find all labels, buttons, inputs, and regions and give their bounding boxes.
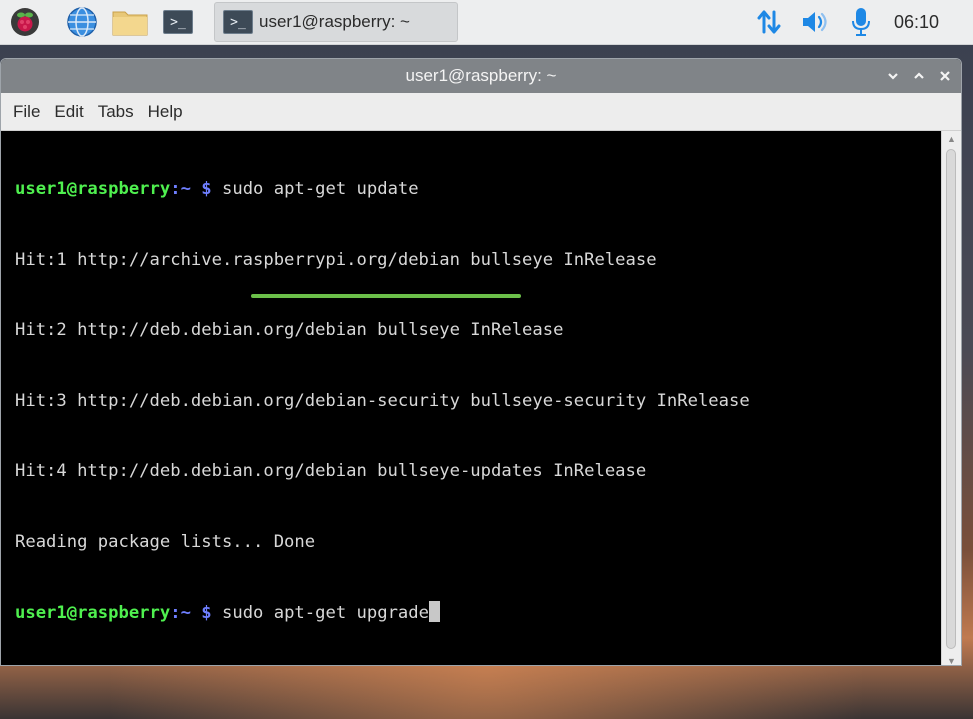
raspberry-menu-icon[interactable] (8, 6, 42, 38)
menubar: File Edit Tabs Help (1, 93, 961, 131)
taskbar-window-button[interactable]: >_ user1@raspberry: ~ (214, 2, 458, 42)
volume-icon[interactable] (798, 6, 832, 38)
menu-file[interactable]: File (13, 102, 40, 122)
network-arrows-icon[interactable] (752, 6, 786, 38)
terminal-output[interactable]: user1@raspberry:~ $ sudo apt-get update … (1, 131, 943, 665)
window-titlebar[interactable]: user1@raspberry: ~ (1, 59, 961, 93)
clock[interactable]: 06:10 (894, 0, 966, 44)
menu-edit[interactable]: Edit (54, 102, 83, 122)
prompt-symbol: $ (201, 603, 212, 623)
prompt-user: user1@raspberry (15, 603, 171, 623)
taskbar-window-label: user1@raspberry: ~ (259, 12, 410, 31)
minimize-button[interactable] (885, 68, 901, 84)
highlight-underline (251, 294, 521, 298)
prompt-symbol: $ (201, 179, 212, 199)
window-controls (885, 59, 953, 93)
text-cursor (428, 601, 440, 622)
taskbar: >_ >_ user1@raspberry: ~ 06:10 (0, 0, 973, 45)
chevron-down-icon (888, 73, 898, 80)
microphone-icon[interactable] (846, 6, 876, 38)
prompt-path: :~ (170, 179, 191, 199)
terminal-line: user1@raspberry:~ $ sudo apt-get update (15, 178, 943, 202)
maximize-button[interactable] (911, 68, 927, 84)
terminal-line: Hit:2 http://deb.debian.org/debian bulls… (15, 320, 564, 340)
menu-help[interactable]: Help (148, 102, 183, 122)
scroll-up-arrow-icon[interactable]: ▲ (942, 133, 961, 145)
terminal-window: user1@raspberry: ~ File Edit Tabs Help u… (0, 58, 962, 666)
terminal-line: user1@raspberry:~ $ sudo apt-get upgrade (15, 601, 943, 625)
menu-tabs[interactable]: Tabs (98, 102, 134, 122)
close-icon (940, 71, 950, 81)
terminal-icon: >_ (221, 8, 255, 36)
chevron-up-icon (914, 72, 924, 79)
scroll-down-arrow-icon[interactable]: ▼ (942, 655, 961, 665)
terminal-launcher-icon[interactable]: >_ (158, 6, 198, 38)
web-browser-globe-icon[interactable] (64, 6, 100, 38)
terminal-scrollbar[interactable]: ▲ ▼ (941, 131, 961, 665)
terminal-line: Hit:4 http://deb.debian.org/debian bulls… (15, 461, 647, 481)
file-manager-folder-icon[interactable] (110, 6, 150, 38)
prompt-user: user1@raspberry (15, 179, 171, 199)
command-input-text[interactable]: sudo apt-get upgrade (222, 603, 429, 623)
command-text: sudo apt-get update (222, 179, 419, 199)
prompt-path: :~ (170, 603, 191, 623)
terminal-line: Reading package lists... Done (15, 531, 316, 552)
window-title: user1@raspberry: ~ (405, 66, 557, 85)
close-button[interactable] (937, 68, 953, 84)
terminal-line: Hit:1 http://archive.raspberrypi.org/deb… (15, 249, 657, 270)
terminal-line: Hit:3 http://deb.debian.org/debian-secur… (15, 390, 750, 411)
scrollbar-thumb[interactable] (946, 149, 956, 649)
